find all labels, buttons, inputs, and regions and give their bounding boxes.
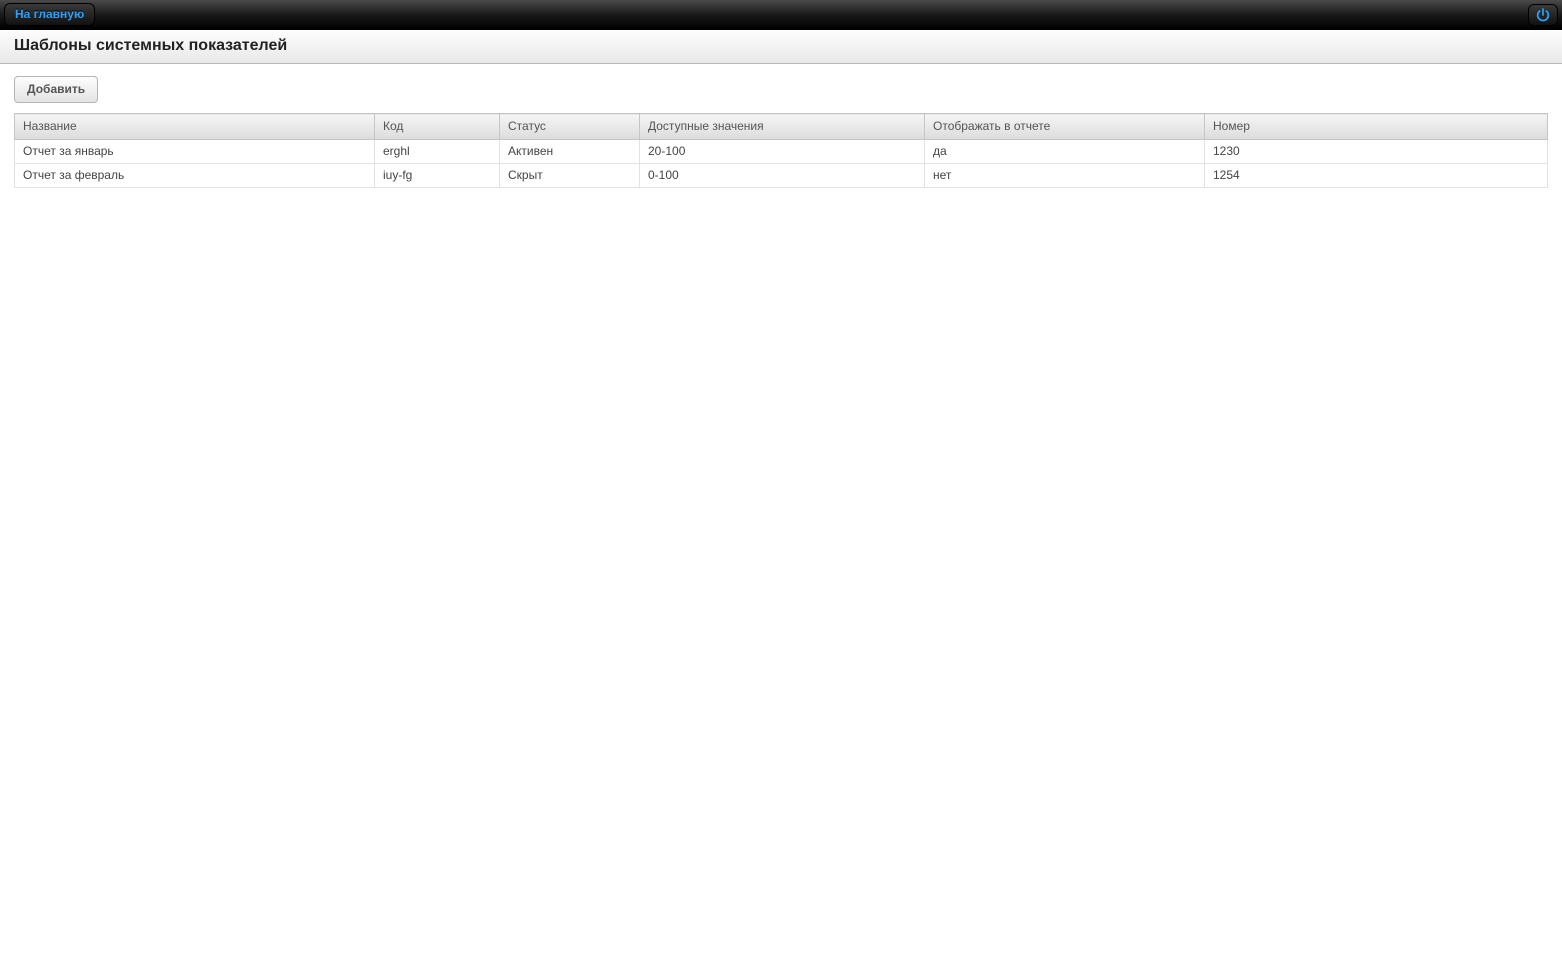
- cell-range: 0-100: [640, 164, 925, 188]
- home-button[interactable]: На главную: [4, 3, 95, 26]
- page-heading: Шаблоны системных показателей: [0, 30, 1562, 64]
- table-row[interactable]: Отчет за январь erghl Активен 20-100 да …: [15, 140, 1548, 164]
- cell-status: Активен: [500, 140, 640, 164]
- topbar: На главную: [0, 0, 1562, 30]
- cell-name: Отчет за январь: [15, 140, 375, 164]
- col-header-number[interactable]: Номер: [1205, 114, 1548, 140]
- table-row[interactable]: Отчет за февраль iuy-fg Скрыт 0-100 нет …: [15, 164, 1548, 188]
- cell-report: да: [925, 140, 1205, 164]
- page-title: Шаблоны системных показателей: [14, 37, 1548, 55]
- cell-range: 20-100: [640, 140, 925, 164]
- col-header-report[interactable]: Отображать в отчете: [925, 114, 1205, 140]
- cell-code: erghl: [375, 140, 500, 164]
- col-header-range[interactable]: Доступные значения: [640, 114, 925, 140]
- add-button[interactable]: Добавить: [14, 76, 98, 103]
- cell-code: iuy-fg: [375, 164, 500, 188]
- col-header-status[interactable]: Статус: [500, 114, 640, 140]
- cell-name: Отчет за февраль: [15, 164, 375, 188]
- templates-table: Название Код Статус Доступные значения О…: [14, 113, 1548, 188]
- col-header-name[interactable]: Название: [15, 114, 375, 140]
- cell-number: 1254: [1205, 164, 1548, 188]
- cell-status: Скрыт: [500, 164, 640, 188]
- power-button[interactable]: [1528, 4, 1558, 26]
- table-header-row: Название Код Статус Доступные значения О…: [15, 114, 1548, 140]
- cell-number: 1230: [1205, 140, 1548, 164]
- cell-report: нет: [925, 164, 1205, 188]
- power-icon: [1535, 7, 1551, 23]
- col-header-code[interactable]: Код: [375, 114, 500, 140]
- content: Добавить Название Код Статус Доступные з…: [0, 64, 1562, 200]
